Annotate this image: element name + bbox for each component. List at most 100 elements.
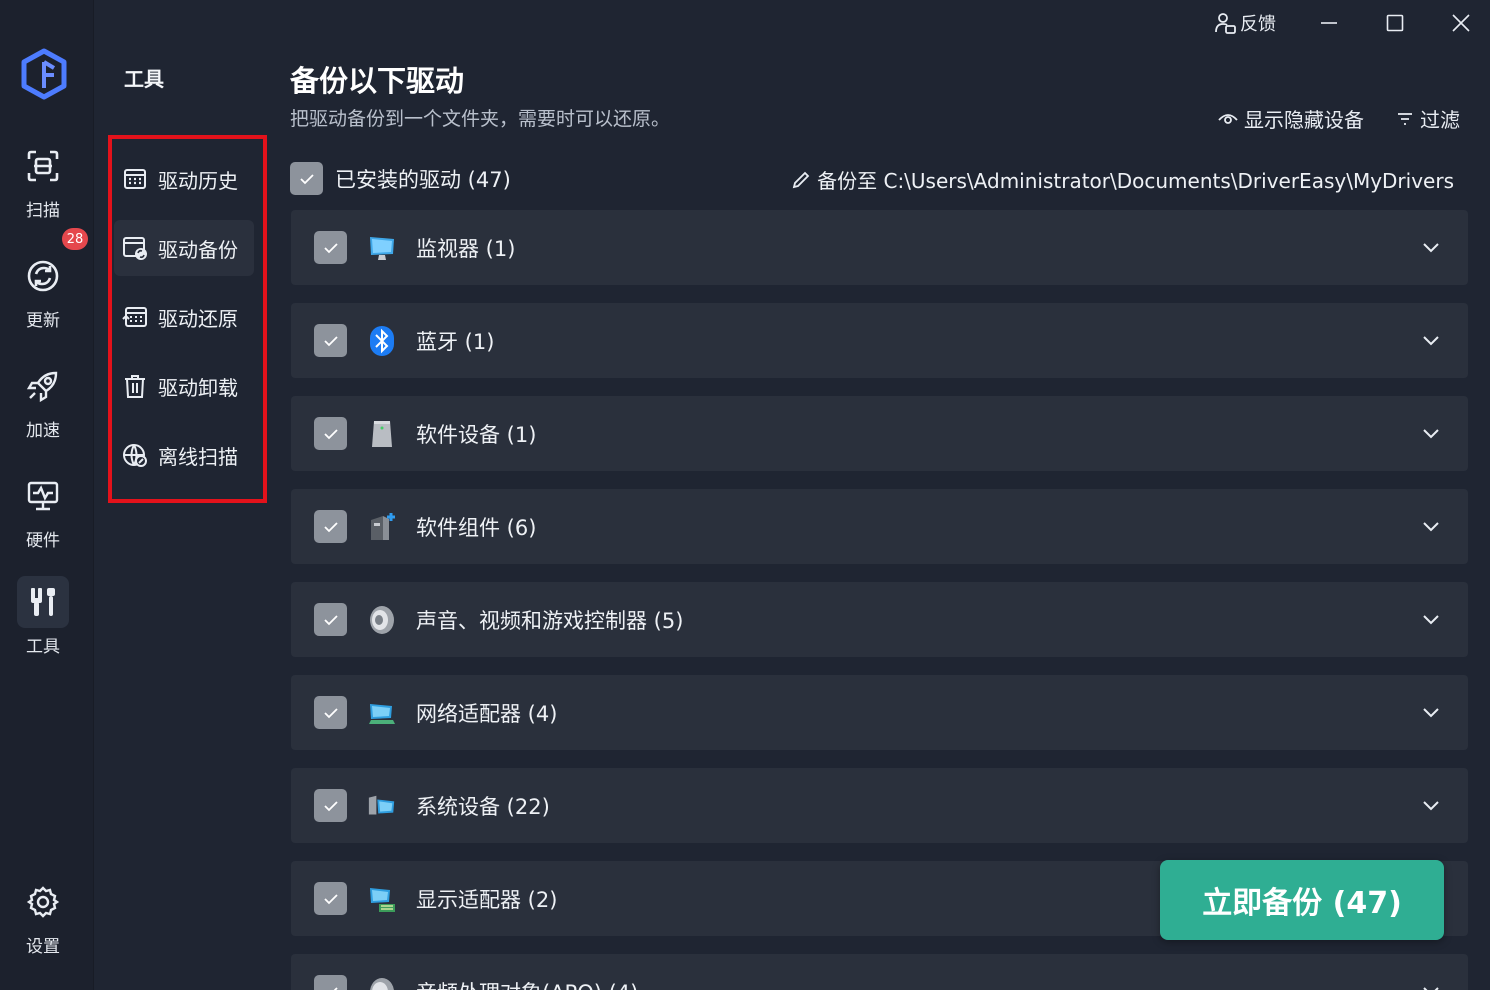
tools-item-label: 驱动历史 [158, 168, 238, 193]
rocket-icon [17, 360, 69, 412]
device-name: 软件设备 (1) [416, 422, 537, 447]
check-icon [323, 521, 338, 532]
eye-icon [1218, 113, 1238, 124]
device-checkbox[interactable] [314, 603, 347, 636]
device-row-software-device[interactable]: 软件设备 (1) [291, 396, 1468, 471]
chevron-down-icon[interactable] [1420, 794, 1442, 816]
device-checkbox[interactable] [314, 789, 347, 822]
check-icon [323, 242, 338, 253]
backup-path-link[interactable]: 备份至 C:\Users\Administrator\Documents\Dri… [791, 165, 1454, 194]
device-checkbox[interactable] [314, 882, 347, 915]
rail-item-boost[interactable]: 加速 [17, 360, 69, 456]
chevron-down-icon[interactable] [1420, 608, 1442, 630]
bluetooth-icon [367, 324, 397, 358]
device-checkbox[interactable] [314, 417, 347, 450]
update-count-badge: 28 [62, 228, 88, 250]
tools-item-driver-backup[interactable]: 驱动备份 [114, 220, 254, 276]
select-all-checkbox[interactable] [290, 162, 323, 195]
check-icon [323, 800, 338, 811]
device-name: 软件组件 (6) [416, 515, 537, 540]
display-adapter-icon [367, 882, 397, 916]
chevron-down-icon[interactable] [1420, 329, 1442, 351]
tools-item-label: 驱动还原 [158, 306, 238, 331]
device-checkbox[interactable] [314, 324, 347, 357]
software-device-icon [367, 417, 397, 451]
maximize-button[interactable] [1384, 8, 1406, 38]
device-row-bluetooth[interactable]: 蓝牙 (1) [291, 303, 1468, 378]
filter-button[interactable]: 过滤 [1396, 104, 1460, 133]
feedback-button[interactable]: 反馈 [1214, 8, 1276, 38]
device-name: 声音、视频和游戏控制器 (5) [416, 608, 684, 633]
rail-item-settings[interactable]: 设置 [17, 876, 69, 972]
feedback-icon [1215, 13, 1236, 34]
minimize-button[interactable] [1318, 8, 1340, 38]
chevron-down-icon[interactable] [1420, 515, 1442, 537]
device-row-monitor[interactable]: 监视器 (1) [291, 210, 1468, 285]
check-icon [323, 707, 338, 718]
pencil-icon [792, 171, 810, 188]
device-checkbox[interactable] [314, 510, 347, 543]
rail-item-tools[interactable]: 工具 [17, 576, 69, 672]
device-name: 网络适配器 (4) [416, 701, 558, 726]
chevron-down-icon[interactable] [1420, 701, 1442, 723]
tools-item-offline-scan[interactable]: 离线扫描 [114, 427, 254, 483]
chevron-down-icon[interactable] [1420, 236, 1442, 258]
device-row-software-component[interactable]: 软件组件 (6) [291, 489, 1468, 564]
tools-item-driver-restore[interactable]: 驱动还原 [114, 289, 254, 345]
device-row-system-device[interactable]: 系统设备 (22) [291, 768, 1468, 843]
tools-item-driver-history[interactable]: 驱动历史 [114, 151, 254, 207]
rail-label-update: 更新 [26, 311, 60, 331]
trash-icon [122, 373, 148, 399]
rail-item-scan[interactable]: 扫描 [17, 140, 69, 236]
offline-scan-icon [122, 442, 148, 468]
device-checkbox[interactable] [314, 231, 347, 264]
tools-menu-title: 工具 [124, 67, 164, 91]
tools-icon [17, 576, 69, 628]
restore-icon [122, 304, 148, 330]
filter-label: 过滤 [1420, 108, 1460, 132]
installed-drivers-row: 已安装的驱动 (47) [290, 162, 511, 195]
page-subtitle: 把驱动备份到一个文件夹，需要时可以还原。 [290, 108, 671, 130]
rail-item-hardware[interactable]: 硬件 [17, 470, 69, 566]
backup-icon [122, 235, 148, 261]
device-name: 显示适配器 (2) [416, 887, 558, 912]
close-button[interactable] [1450, 8, 1472, 38]
rail-item-update[interactable]: 更新 [17, 250, 69, 346]
monitor-icon [367, 231, 397, 265]
device-name: 音频处理对象(APO) (4) [416, 977, 638, 990]
check-icon [323, 428, 338, 439]
device-checkbox[interactable] [314, 696, 347, 729]
app-logo-icon [21, 48, 67, 100]
check-icon [323, 893, 338, 904]
hardware-icon [17, 470, 69, 522]
show-hidden-devices-button[interactable]: 显示隐藏设备 [1218, 104, 1364, 133]
speaker-icon [367, 603, 397, 637]
chevron-down-icon[interactable] [1420, 980, 1442, 990]
tools-item-label: 驱动备份 [158, 237, 238, 262]
rail-label-boost: 加速 [26, 421, 60, 441]
device-checkbox[interactable] [314, 975, 347, 990]
check-icon [323, 335, 338, 346]
tools-item-label: 驱动卸载 [158, 375, 238, 400]
tools-item-driver-uninstall[interactable]: 驱动卸载 [114, 358, 254, 414]
update-icon [17, 250, 69, 302]
scan-icon [17, 140, 69, 192]
rail-label-hardware: 硬件 [26, 531, 60, 551]
backup-now-button[interactable]: 立即备份 (47) [1160, 860, 1444, 940]
calendar-icon [122, 166, 148, 192]
close-icon [1452, 14, 1470, 32]
backup-path-label: 备份至 C:\Users\Administrator\Documents\Dri… [817, 169, 1454, 193]
chevron-down-icon[interactable] [1420, 422, 1442, 444]
device-name: 系统设备 (22) [416, 794, 550, 819]
check-icon [299, 173, 314, 184]
gear-icon [17, 876, 69, 928]
left-rail: 扫描 更新 28 加速 硬件 工具 设置 [0, 0, 94, 990]
show-hidden-label: 显示隐藏设备 [1244, 108, 1364, 132]
device-row-network-adapter[interactable]: 网络适配器 (4) [291, 675, 1468, 750]
device-name: 监视器 (1) [416, 236, 516, 261]
network-adapter-icon [367, 696, 397, 730]
check-icon [332, 986, 338, 990]
maximize-icon [1386, 14, 1404, 32]
device-row-audio-processing[interactable]: 音频处理对象(APO) (4) [291, 954, 1468, 990]
device-row-sound-video-game[interactable]: 声音、视频和游戏控制器 (5) [291, 582, 1468, 657]
